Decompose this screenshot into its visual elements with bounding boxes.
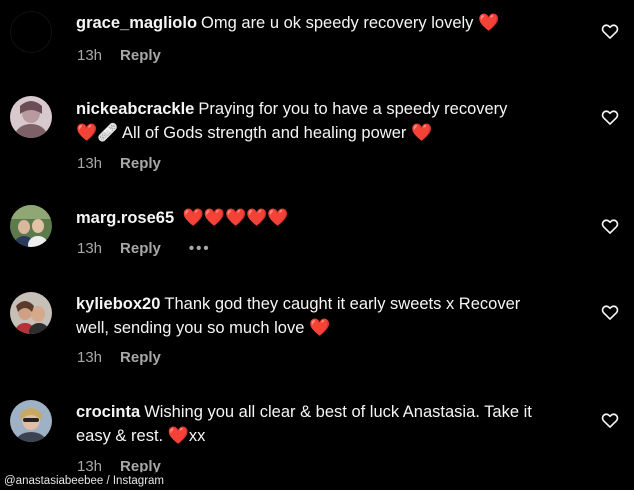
- like-heart-icon[interactable]: [600, 302, 620, 322]
- comment-username[interactable]: kyliebox20: [76, 295, 160, 313]
- profile-photo-icon: [10, 96, 52, 138]
- heart-emoji: ❤️: [478, 13, 500, 32]
- like-heart-icon[interactable]: [600, 21, 620, 41]
- comment-meta: 13h Reply: [77, 349, 161, 366]
- heart-emoji: ❤️: [167, 426, 189, 445]
- reply-button[interactable]: Reply: [120, 240, 161, 257]
- reply-button[interactable]: Reply: [120, 155, 161, 172]
- heart-emoji: ❤️: [410, 123, 433, 142]
- reply-button[interactable]: Reply: [120, 349, 161, 366]
- comment-body: crocinta Wishing you all clear & best of …: [76, 401, 586, 448]
- avatar[interactable]: [10, 292, 52, 334]
- comment-username[interactable]: crocinta: [76, 403, 140, 421]
- avatar[interactable]: [10, 400, 52, 442]
- comment-username[interactable]: marg.rose65: [76, 209, 174, 227]
- comment-text: Thank god they caught it early sweets x …: [164, 295, 521, 313]
- comment-time: 13h: [77, 349, 103, 366]
- comment-text: Wishing you all clear & best of luck Ana…: [144, 403, 532, 421]
- avatar[interactable]: [10, 205, 52, 247]
- comment-text-line2: well, sending you so much love: [76, 319, 305, 337]
- comment-text-end: xx: [188, 427, 206, 445]
- photo-credit-caption: @anastasiabeebee / Instagram: [0, 472, 170, 490]
- reply-button[interactable]: Reply: [120, 47, 161, 64]
- comment-meta: 13h Reply: [77, 47, 161, 64]
- comment-meta: 13h Reply: [77, 155, 161, 172]
- comment-username[interactable]: nickeabcrackle: [76, 100, 194, 118]
- comment-username[interactable]: grace_magliolo: [76, 14, 197, 32]
- comment-body: grace_magliolo Omg are u ok speedy recove…: [76, 11, 586, 35]
- heart-emoji: ❤️: [308, 318, 331, 337]
- more-options-icon[interactable]: •••: [189, 240, 211, 257]
- comment-text: Praying for you to have a speedy recover…: [198, 100, 508, 118]
- comment-text-line2: All of Gods strength and healing power: [122, 124, 407, 142]
- like-heart-icon[interactable]: [600, 107, 620, 127]
- like-heart-icon[interactable]: [600, 216, 620, 236]
- comment-time: 13h: [77, 240, 103, 257]
- comment-time: 13h: [77, 47, 103, 64]
- comment-text: Omg are u ok speedy recovery lovely: [201, 14, 474, 32]
- comment-body: nickeabcrackle Praying for you to have a …: [76, 98, 586, 145]
- avatar[interactable]: [10, 96, 52, 138]
- comment-body: kyliebox20 Thank god they caught it early…: [76, 293, 586, 340]
- profile-photo-icon: [10, 292, 52, 334]
- profile-photo-icon: [10, 205, 52, 247]
- comment-meta: 13h Reply •••: [77, 240, 211, 257]
- heart-bandage-emoji: ❤️🩹: [76, 123, 119, 142]
- comment-text-line2: easy & rest.: [76, 427, 164, 445]
- profile-photo-icon: [10, 400, 52, 442]
- like-heart-icon[interactable]: [600, 410, 620, 430]
- comment-body: marg.rose65 ❤️❤️❤️❤️❤️: [76, 206, 586, 230]
- avatar[interactable]: [10, 11, 52, 53]
- heart-emoji: ❤️❤️❤️❤️❤️: [182, 208, 289, 227]
- comment-time: 13h: [77, 155, 103, 172]
